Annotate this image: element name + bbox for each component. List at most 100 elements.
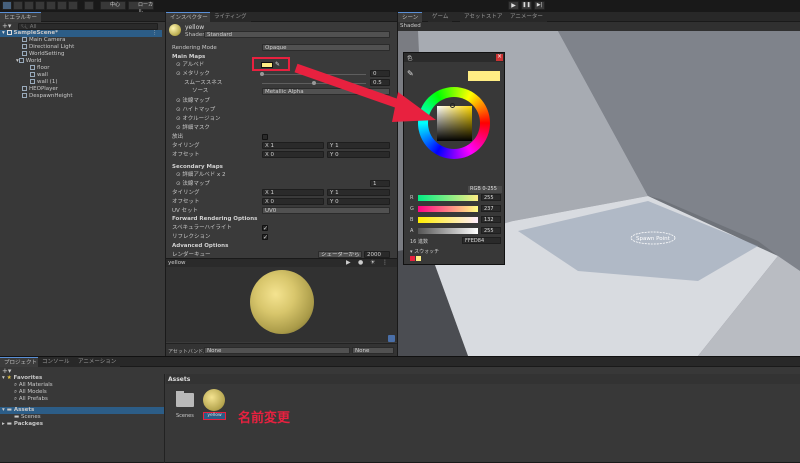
sphere-preview-icon[interactable]: ● — [358, 259, 363, 266]
close-icon[interactable]: × — [496, 54, 503, 61]
tab-inspector[interactable]: インスペクター — [166, 12, 212, 22]
shading-mode-dropdown[interactable]: Shaded — [400, 23, 421, 29]
favorite-item[interactable]: ⌕ All Prefabs — [0, 396, 48, 403]
swatch-item[interactable] — [410, 256, 415, 261]
x-label: X — [265, 143, 269, 149]
detail-normal-field[interactable]: 1 — [370, 180, 390, 187]
add-icon[interactable]: +▾ — [2, 22, 11, 30]
favorites-row[interactable]: ▾ ★ Favorites — [0, 375, 42, 382]
gameobject-icon — [22, 37, 27, 42]
assets-root-row[interactable]: ▾ ▬ Assets — [0, 407, 164, 414]
hex-field[interactable]: FFED84 — [462, 237, 501, 244]
preview-menu-icon[interactable]: ⋮ — [382, 259, 388, 266]
yellow-material-thumbnail[interactable] — [203, 389, 225, 411]
scale-tool-button[interactable] — [35, 1, 45, 10]
alpha-channel-slider[interactable] — [418, 228, 478, 234]
emission-checkbox[interactable] — [262, 134, 268, 140]
play-preview-icon[interactable]: ▶ — [346, 259, 351, 266]
hierarchy-item[interactable]: wall — [0, 72, 48, 79]
y-label: Y — [330, 143, 334, 149]
step-icon: ▶| — [536, 2, 543, 8]
tab-game[interactable]: ゲーム — [428, 12, 453, 22]
more-icon[interactable]: ⋮ — [152, 30, 158, 37]
hierarchy-item[interactable]: DespawnHeight — [0, 93, 73, 100]
favorite-item[interactable]: ⌕ All Materials — [0, 382, 53, 389]
tiling2-x-field[interactable]: X 1 — [262, 189, 324, 196]
shader-dropdown[interactable]: Standard — [204, 31, 390, 38]
material-preview-area[interactable] — [166, 267, 397, 342]
offset2-y-field[interactable]: Y 0 — [327, 198, 390, 205]
tab-animation[interactable]: アニメーション — [74, 357, 121, 367]
hierarchy-item[interactable]: WorldSetting — [0, 51, 64, 58]
hierarchy-item[interactable]: ▾ World — [0, 58, 42, 65]
tiling-y-field[interactable]: Y 1 — [327, 142, 390, 149]
source-label: ソース — [192, 88, 209, 94]
green-channel-field[interactable]: 237 — [481, 205, 501, 212]
tiling2-y-field[interactable]: Y 1 — [327, 189, 390, 196]
render-queue-dropdown[interactable]: シェーダーから — [318, 251, 362, 258]
packages-row[interactable]: ▸ ▬ Packages — [0, 421, 43, 428]
tab-project[interactable]: プロジェクト — [0, 357, 42, 367]
pivot-center-button[interactable]: 中心 — [100, 1, 126, 10]
hierarchy-item[interactable]: wall (1) — [0, 79, 57, 86]
asset-bundle-value: None — [207, 348, 222, 354]
yellow-material-label[interactable]: yellow — [203, 412, 226, 420]
hierarchy-search-input[interactable]: 🔍︎ All — [18, 23, 158, 30]
custom-tool-button[interactable] — [68, 1, 78, 10]
step-button[interactable]: ▶| — [534, 1, 545, 10]
render-queue-field[interactable]: 2000 — [364, 251, 390, 258]
tab-console[interactable]: コンソール — [38, 357, 74, 367]
pause-button[interactable]: ❚❚ — [521, 1, 532, 10]
tab-hierarchy[interactable]: ヒエラルキー — [0, 12, 42, 22]
rect-tool-button[interactable] — [46, 1, 56, 10]
offset2-x-field[interactable]: X 0 — [262, 198, 324, 205]
preview-settings-icon[interactable] — [388, 335, 395, 342]
breadcrumb-assets[interactable]: Assets — [168, 376, 190, 383]
asset-bundle-variant-dropdown[interactable]: None — [352, 347, 394, 354]
asset-bundle-dropdown[interactable]: None — [204, 347, 350, 354]
tab-scene[interactable]: シーン — [398, 12, 423, 22]
saturation-value-square[interactable] — [437, 106, 472, 141]
alpha-channel-field[interactable]: 255 — [481, 227, 501, 234]
red-channel-field[interactable]: 255 — [481, 194, 501, 201]
uv-set-dropdown[interactable]: UV0 — [262, 207, 390, 214]
pivot-center-label: 中心 — [110, 2, 121, 8]
rendering-mode-dropdown[interactable]: Opaque — [262, 44, 390, 51]
x-label: X — [265, 190, 269, 196]
favorite-item-label: All Prefabs — [18, 396, 48, 402]
offset-y-field[interactable]: Y 0 — [327, 151, 390, 158]
reflections-checkbox[interactable]: ✓ — [262, 234, 268, 241]
play-button[interactable]: ▶ — [508, 1, 519, 10]
tiling2-x-value: 1 — [270, 190, 275, 196]
light-preview-icon[interactable]: ☀ — [370, 259, 375, 266]
favorite-item[interactable]: ⌕ All Models — [0, 389, 47, 396]
pivot-local-button[interactable]: ローカル — [128, 1, 154, 15]
swatch-item[interactable] — [416, 256, 421, 261]
tab-lighting[interactable]: ライティング — [210, 12, 251, 22]
tiling-x-field[interactable]: X 1 — [262, 142, 324, 149]
folder-item[interactable]: ▬ Scenes — [0, 414, 41, 421]
red-channel-slider[interactable] — [418, 195, 478, 201]
tab-animator[interactable]: アニメーター — [506, 12, 547, 22]
hand-tool-button[interactable] — [2, 1, 12, 10]
color-mode-dropdown[interactable]: RGB 0-255 — [468, 186, 502, 193]
transform-tool-button[interactable] — [57, 1, 67, 10]
move-tool-button[interactable] — [13, 1, 23, 10]
hierarchy-item[interactable]: HEOPlayer — [0, 86, 58, 93]
rotate-tool-button[interactable] — [24, 1, 34, 10]
hierarchy-item[interactable]: Directional Light — [0, 44, 74, 51]
hierarchy-item[interactable]: Main Camera — [0, 37, 65, 44]
scenes-folder[interactable] — [174, 391, 196, 409]
offset-x-field[interactable]: X 0 — [262, 151, 324, 158]
hue-marker[interactable] — [450, 103, 455, 108]
blue-channel-slider[interactable] — [418, 217, 478, 223]
hierarchy-item-label: Main Camera — [29, 37, 66, 43]
hierarchy-item-scene[interactable]: ▾ SampleScene* ⋮ — [0, 30, 162, 37]
metallic-slider-handle[interactable] — [260, 72, 264, 76]
green-channel-slider[interactable] — [418, 206, 478, 212]
hierarchy-item[interactable]: floor — [0, 65, 49, 72]
tab-asset-store[interactable]: アセットストア — [460, 12, 507, 22]
snap-tool-button[interactable] — [84, 1, 94, 10]
specular-highlights-checkbox[interactable]: ✓ — [262, 225, 268, 232]
blue-channel-field[interactable]: 132 — [481, 216, 501, 223]
